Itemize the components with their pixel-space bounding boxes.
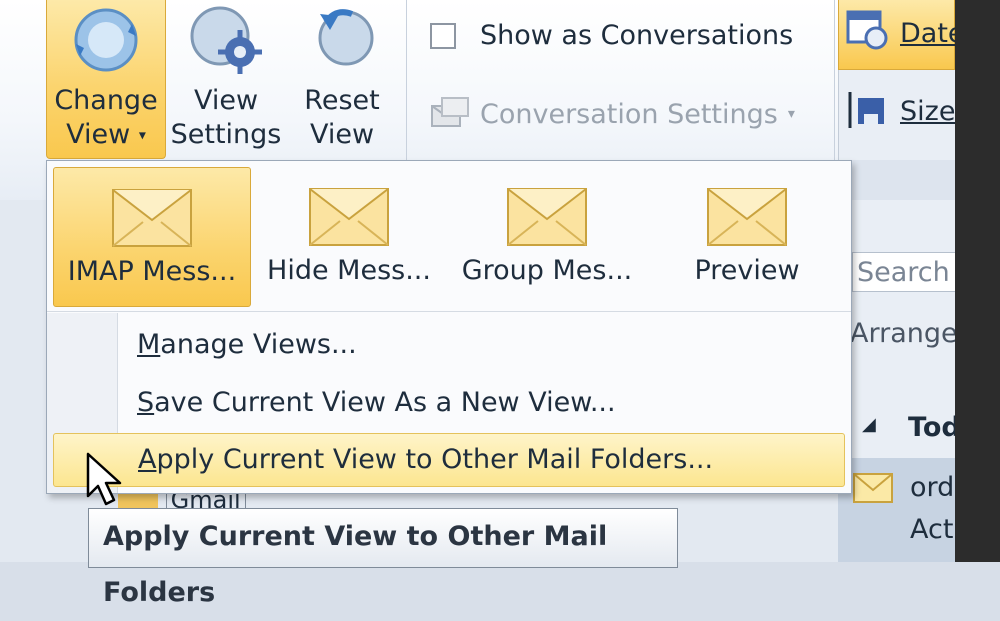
manage-views-item[interactable]: Manage Views... (137, 329, 357, 360)
view-settings-button[interactable]: View Settings (168, 0, 284, 158)
envelope-icon (853, 473, 893, 503)
chevron-down-icon: ▾ (138, 127, 146, 144)
apply-view-accelerator: A (138, 444, 157, 475)
screen-edge (955, 0, 1000, 562)
show-as-conversations-checkbox[interactable]: Show as Conversations (430, 20, 793, 51)
checkbox-icon[interactable] (430, 22, 456, 49)
change-view-dropdown: IMAP Mess... Hide Mess... Group Mes... P… (46, 160, 852, 494)
mouse-cursor-icon (86, 452, 122, 506)
view-gallery-label: Group Mes... (461, 255, 633, 286)
view-settings-label-1: View (193, 85, 259, 116)
size-icon (848, 92, 884, 128)
menu-divider (47, 311, 851, 312)
view-gallery-label: Hide Mess... (267, 255, 431, 286)
today-group-header[interactable]: Tod (908, 412, 961, 443)
arrange-by-header[interactable]: Arrange (850, 318, 958, 349)
message-sender: ord (910, 472, 955, 503)
view-gallery-label: Preview (694, 255, 800, 286)
view-gallery-label: IMAP Mess... (67, 256, 237, 287)
view-settings-label-2: Settings (170, 119, 282, 150)
view-gallery-hide[interactable]: Hide Mess... (259, 167, 439, 307)
change-view-button[interactable]: Change View ▾ (46, 0, 166, 159)
save-view-accelerator: S (137, 387, 155, 418)
save-view-label: ave Current View As a New View... (154, 387, 616, 418)
conversation-settings-icon (431, 97, 469, 127)
manage-views-label: anage Views... (160, 329, 357, 360)
ribbon-bottom-strip (838, 160, 955, 200)
conversation-settings-label: Conversation Settings (480, 98, 778, 130)
manage-views-accelerator: M (137, 329, 161, 360)
reset-view-icon (318, 9, 374, 66)
conversation-settings-button[interactable]: Conversation Settings ▾ (428, 94, 795, 134)
ribbon-separator (406, 0, 407, 160)
view-settings-icon (190, 6, 262, 74)
reset-view-button[interactable]: Reset View (286, 0, 398, 158)
show-as-conversations-label: Show as Conversations (480, 20, 794, 51)
tooltip: Apply Current View to Other Mail Folders (88, 508, 678, 608)
view-gallery-preview[interactable]: Preview (657, 167, 837, 307)
envelope-icon (507, 188, 587, 246)
view-gallery-group[interactable]: Group Mes... (457, 167, 637, 307)
reset-view-label-2: View (309, 119, 375, 150)
envelope-icon (707, 188, 787, 246)
search-input[interactable]: Search I (852, 252, 966, 292)
view-gallery-imap[interactable]: IMAP Mess... (53, 167, 251, 307)
apply-view-item[interactable]: Apply Current View to Other Mail Folders… (53, 433, 845, 487)
arrange-size-label[interactable]: Size (900, 96, 955, 127)
envelope-icon (309, 188, 389, 246)
ribbon-separator (834, 0, 835, 160)
change-view-label-1: Change (54, 85, 158, 116)
envelope-icon (112, 189, 192, 247)
change-view-icon (74, 8, 138, 72)
change-view-label-2: View ▾ (66, 119, 146, 150)
chevron-down-icon: ▾ (787, 106, 795, 122)
calendar-icon (846, 10, 888, 50)
reset-view-label-1: Reset (304, 85, 380, 116)
message-subject: Act (910, 514, 954, 545)
search-placeholder: Search I (857, 257, 967, 288)
save-view-item[interactable]: Save Current View As a New View... (137, 387, 616, 418)
apply-view-label: pply Current View to Other Mail Folders.… (156, 444, 714, 475)
group-collapse-icon[interactable]: ◢ (862, 414, 876, 435)
